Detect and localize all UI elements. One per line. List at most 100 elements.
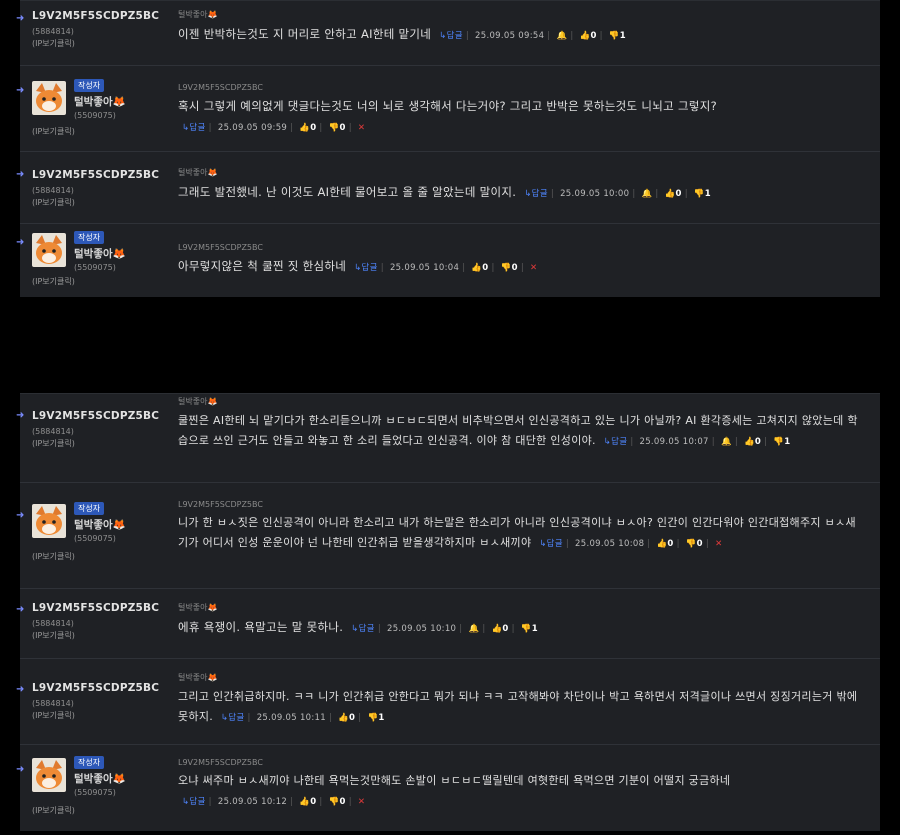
comment-actions: ↳답글 | 25.09.05 10:00 | 🔔 | 👍0 | 👎1: [524, 189, 711, 199]
upvote-count: 0: [754, 437, 762, 447]
upvote-count: 0: [310, 123, 317, 133]
comment-date: 25.09.05 10:07: [639, 437, 709, 447]
downvote-count: 1: [704, 189, 711, 199]
thumbs-up-icon[interactable]: 👍: [338, 713, 349, 723]
comment-actions: ↳답글 | 25.09.05 10:10 | 🔔 | 👍0 | 👎1: [351, 624, 538, 634]
thumbs-up-icon[interactable]: 👍: [580, 31, 591, 41]
reply-button[interactable]: ↳답글: [604, 437, 628, 447]
thumbs-up-icon[interactable]: 👍: [744, 437, 755, 447]
thumbs-up-icon[interactable]: 👍: [299, 797, 310, 807]
thumbs-down-icon[interactable]: 👎: [773, 437, 784, 447]
thumbs-down-icon[interactable]: 👎: [501, 263, 512, 273]
comment-target: L9V2M5F5SCDPZ5BC: [178, 500, 263, 509]
reply-arrow-icon: ➜: [16, 684, 25, 695]
reply-arrow-icon: ➜: [16, 410, 25, 421]
author-badge: 작성자: [74, 502, 105, 515]
comment-target: 털박좋아🦊: [178, 672, 866, 683]
user-name[interactable]: 털박좋아🦊: [74, 94, 126, 109]
thumbs-up-icon[interactable]: 👍: [656, 539, 667, 549]
author-badge: 작성자: [74, 756, 105, 769]
ip-view-link[interactable]: (IP보기클릭): [32, 551, 75, 562]
reply-button[interactable]: ↳답글: [354, 263, 378, 273]
reply-button[interactable]: ↳답글: [221, 713, 245, 723]
user-name[interactable]: 털박좋아🦊: [74, 246, 126, 261]
thumbs-down-icon[interactable]: 👎: [694, 189, 705, 199]
avatar[interactable]: [32, 233, 66, 267]
user-name[interactable]: L9V2M5F5SCDPZ5BC: [32, 10, 177, 22]
thumbs-up-icon[interactable]: 👍: [471, 263, 482, 273]
delete-icon[interactable]: ✕: [530, 263, 537, 273]
user-name[interactable]: L9V2M5F5SCDPZ5BC: [32, 410, 177, 422]
thumbs-down-icon[interactable]: 👎: [521, 624, 532, 634]
bell-icon[interactable]: 🔔: [721, 437, 732, 447]
comment-actions: ↳답글 | 25.09.05 10:04 | 👍0 | 👎0 | ✕: [354, 263, 538, 273]
comment-content: 털박좋아🦊 에휴 욕쟁이. 욕말고는 말 못하나. ↳답글 | 25.09.05 …: [178, 602, 866, 639]
delete-icon[interactable]: ✕: [715, 539, 722, 549]
ip-view-link[interactable]: (IP보기클릭): [32, 126, 75, 137]
upvote-count: 0: [349, 713, 356, 723]
thumbs-up-icon[interactable]: 👍: [492, 624, 503, 634]
comment-actions: ↳답글 | 25.09.05 10:11 | 👍0 | 👎1: [220, 713, 385, 723]
thumbs-down-icon[interactable]: 👎: [329, 797, 340, 807]
fire-icon: 🦊: [207, 603, 218, 612]
downvote-count: 1: [619, 31, 626, 41]
user-name[interactable]: L9V2M5F5SCDPZ5BC: [32, 169, 177, 181]
user-name[interactable]: L9V2M5F5SCDPZ5BC: [32, 682, 177, 694]
bell-icon[interactable]: 🔔: [468, 624, 479, 634]
downvote-count: 0: [339, 123, 346, 133]
avatar[interactable]: [32, 758, 66, 792]
comment-item: ➜ 작성자 털박좋아🦊 (5509075) (IP보기클릭) L9V2M5F5S…: [16, 482, 880, 589]
thumbs-down-icon[interactable]: 👎: [686, 539, 697, 549]
reply-arrow-icon: ➜: [16, 13, 25, 24]
ip-view-link[interactable]: (IP보기클릭): [32, 805, 75, 816]
comment-content: 털박좋아🦊 이젠 반박하는것도 지 머리로 안하고 AI한테 맡기네 ↳답글 | …: [178, 9, 866, 46]
downvote-count: 0: [696, 539, 703, 549]
comment-text: 오냐 써주마 ㅂㅅ새끼야 나한테 욕먹는것만해도 손발이 ㅂㄷㅂㄷ떨릴텐데 여혓…: [178, 774, 731, 787]
ip-view-link[interactable]: (IP보기클릭): [32, 630, 177, 641]
ip-view-link[interactable]: (IP보기클릭): [32, 438, 177, 449]
comment-text: 니가 한 ㅂㅅ짓은 인신공격이 아니라 한소리고 내가 하는말은 한소리가 아니…: [178, 516, 856, 549]
reply-button[interactable]: ↳답글: [539, 539, 563, 549]
reply-button[interactable]: ↳답글: [182, 797, 206, 807]
downvote-count: 1: [531, 624, 538, 634]
comment-actions: ↳답글 | 25.09.05 09:59 | 👍0 | 👎0 | ✕: [182, 123, 366, 133]
user-name[interactable]: L9V2M5F5SCDPZ5BC: [32, 602, 177, 614]
fire-icon: 🦊: [207, 673, 218, 682]
upvote-count: 0: [667, 539, 674, 549]
bell-icon[interactable]: 🔔: [556, 31, 567, 41]
thumbs-up-icon[interactable]: 👍: [665, 189, 676, 199]
target-name: 털박좋아: [178, 673, 208, 682]
user-name[interactable]: 털박좋아🦊: [74, 517, 126, 532]
comment-target: 털박좋아🦊: [178, 396, 866, 407]
ip-view-link[interactable]: (IP보기클릭): [32, 197, 177, 208]
upvote-count: 0: [590, 31, 597, 41]
reply-button[interactable]: ↳답글: [182, 123, 206, 133]
comment-target: L9V2M5F5SCDPZ5BC: [178, 758, 263, 767]
avatar[interactable]: [32, 504, 66, 538]
bell-icon[interactable]: 🔔: [642, 189, 653, 199]
avatar[interactable]: [32, 81, 66, 115]
user-id: (5884814): [32, 186, 74, 195]
thumbs-down-icon[interactable]: 👎: [329, 123, 340, 133]
delete-icon[interactable]: ✕: [358, 123, 365, 133]
thumbs-down-icon[interactable]: 👎: [609, 31, 620, 41]
user-id: (5884814): [32, 427, 74, 436]
comment-item: ➜ L9V2M5F5SCDPZ5BC (5884814) (IP보기클릭) 털박…: [16, 1, 880, 66]
reply-button[interactable]: ↳답글: [351, 624, 375, 634]
comment-text: 아무렇지않은 척 쿨찐 짓 한심하네: [178, 259, 347, 273]
comment-date: 25.09.05 09:59: [217, 123, 288, 133]
thumbs-down-icon[interactable]: 👎: [367, 713, 378, 723]
comment-date: 25.09.05 10:08: [575, 539, 645, 549]
comment-content: L9V2M5F5SCDPZ5BC 아무렇지않은 척 쿨찐 짓 한심하네 ↳답글 |…: [178, 243, 866, 278]
delete-icon[interactable]: ✕: [358, 797, 365, 807]
ip-view-link[interactable]: (IP보기클릭): [32, 38, 177, 49]
ip-view-link[interactable]: (IP보기클릭): [32, 710, 177, 721]
author-badge: 작성자: [74, 231, 105, 244]
user-name[interactable]: 털박좋아🦊: [74, 771, 126, 786]
comment-text: 그래도 발전했네. 난 이것도 AI한테 물어보고 올 줄 알았는데 말이지.: [178, 185, 517, 199]
reply-button[interactable]: ↳답글: [524, 189, 548, 199]
ip-view-link[interactable]: (IP보기클릭): [32, 276, 75, 287]
reply-button[interactable]: ↳답글: [439, 31, 463, 41]
thumbs-up-icon[interactable]: 👍: [299, 123, 310, 133]
user-id: (5509075): [74, 111, 116, 120]
